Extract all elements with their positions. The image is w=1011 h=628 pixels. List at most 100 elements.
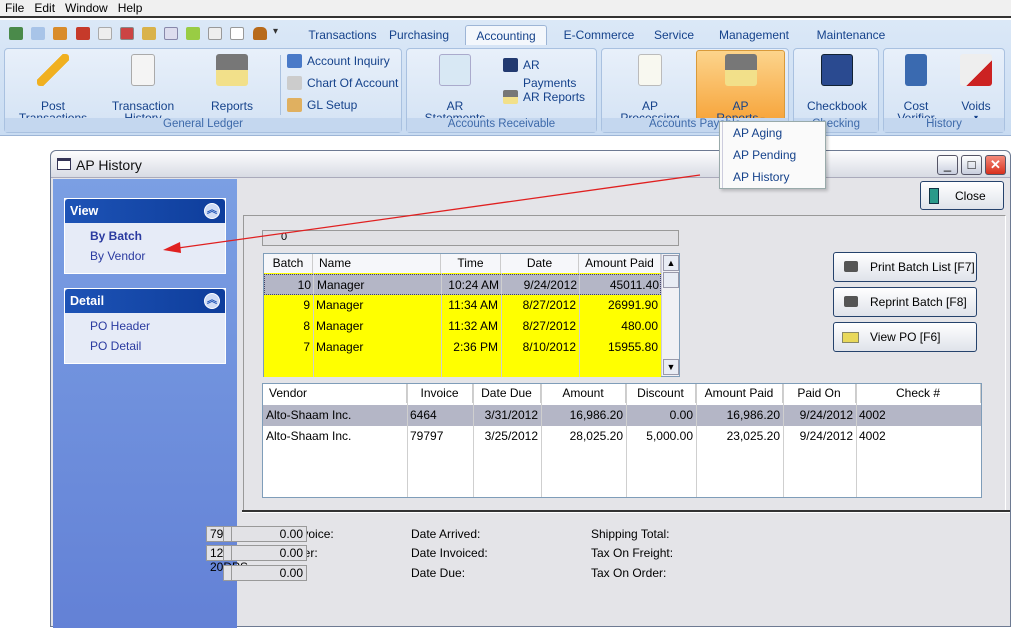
column-header[interactable]: Date	[501, 254, 579, 273]
by-vendor-link[interactable]: By Vendor	[65, 246, 225, 266]
minimize-button[interactable]: _	[937, 155, 958, 175]
folder-open-icon	[842, 332, 859, 343]
customers-icon[interactable]	[53, 27, 67, 40]
menu-help[interactable]: Help	[113, 0, 148, 15]
window-title: AP History	[76, 157, 142, 173]
collapse-icon[interactable]: ︽	[204, 203, 220, 219]
column-header[interactable]: Time	[441, 254, 501, 273]
table-row[interactable]: 8 Manager 11:32 AM 8/27/2012 480.00	[264, 316, 661, 337]
post-transactions-button[interactable]: Post Transactions	[13, 51, 93, 124]
table-cell: 11:32 AM	[448, 319, 498, 333]
table-row[interactable]: 9 Manager 11:34 AM 8/27/2012 26991.90	[264, 295, 661, 316]
scroll-thumb[interactable]	[663, 272, 679, 288]
close-window-button[interactable]: ✕	[985, 155, 1006, 175]
ar-reports-button[interactable]: AR Reports	[503, 88, 585, 106]
maximize-button[interactable]: □	[961, 155, 982, 175]
column-header[interactable]: Date Due	[473, 384, 541, 403]
tab-accounting[interactable]: Accounting	[465, 25, 547, 45]
cost-verifier-button[interactable]: Cost Verifier	[888, 51, 944, 124]
customize-toolbar-icon[interactable]: ▾	[273, 26, 278, 37]
menu-file[interactable]: File	[0, 0, 29, 15]
table-cell: 26991.90	[607, 298, 658, 312]
column-header[interactable]: Batch	[264, 254, 313, 273]
column-header[interactable]: Invoice	[407, 384, 473, 403]
tab-maintenance[interactable]: Maintenance	[808, 25, 894, 45]
group-label: Accounts Receivable	[407, 118, 596, 132]
tag-icon[interactable]	[31, 27, 45, 40]
scroll-down-button[interactable]: ▼	[663, 359, 679, 375]
voids-button[interactable]: Voids▾	[948, 51, 1004, 124]
printer-icon	[724, 54, 757, 86]
group-history: Cost Verifier Voids▾ History	[883, 48, 1005, 133]
calendar-30-icon[interactable]	[164, 27, 178, 40]
chart-of-account-button[interactable]: Chart Of Account	[287, 74, 398, 92]
calculator-icon[interactable]	[142, 27, 156, 40]
printer-icon	[503, 90, 518, 104]
tab-service[interactable]: Service	[648, 25, 700, 45]
menu-item-ap-aging[interactable]: AP Aging	[722, 122, 825, 144]
scroll-up-button[interactable]: ▲	[663, 255, 679, 271]
column-divider	[441, 273, 442, 377]
vertical-scrollbar[interactable]: ▲ ▼	[661, 254, 679, 376]
batch-table[interactable]: Batch Name Time Date Amount Paid 10 Manager 10:…	[263, 253, 680, 377]
column-header[interactable]: Name	[313, 254, 441, 273]
transfer-icon[interactable]	[186, 27, 200, 40]
account-inquiry-button[interactable]: Account Inquiry	[287, 52, 390, 70]
column-header[interactable]: Paid On	[783, 384, 856, 403]
window-icon[interactable]	[230, 27, 244, 40]
transaction-history-button[interactable]: Transaction History	[103, 51, 183, 124]
column-header[interactable]: Amount Paid	[696, 384, 783, 403]
ar-payments-label: AR Payments	[523, 58, 577, 90]
table-cell: 10:24 AM	[448, 278, 499, 292]
account-inquiry-label: Account Inquiry	[307, 54, 390, 68]
checkbook-icon	[503, 58, 518, 72]
table-row[interactable]: Alto-Shaam Inc. 79797 3/25/2012 28,025.20 5,…	[263, 426, 981, 447]
card-icon[interactable]	[208, 27, 222, 40]
tab-management[interactable]: Management	[712, 25, 796, 45]
tab-e-commerce[interactable]: E-Commerce	[556, 25, 642, 45]
reprint-batch-button[interactable]: Reprint Batch [F8]	[833, 287, 977, 317]
column-header[interactable]: Vendor	[263, 384, 407, 403]
menu-item-ap-pending[interactable]: AP Pending	[722, 144, 825, 166]
table-cell: 4002	[859, 408, 886, 422]
menu-edit[interactable]: Edit	[29, 0, 60, 15]
lock-icon[interactable]	[253, 27, 267, 40]
column-header[interactable]: Amount	[541, 384, 626, 403]
calendar-14-icon[interactable]	[120, 27, 134, 40]
pencil-icon	[37, 54, 69, 86]
print-batch-list-label: Print Batch List [F7]	[870, 260, 975, 274]
view-po-button[interactable]: View PO [F6]	[833, 322, 977, 352]
print-batch-list-button[interactable]: Print Batch List [F7]	[833, 252, 977, 282]
ap-processing-button[interactable]: AP Processing	[610, 51, 690, 124]
collapse-icon[interactable]: ︽	[204, 293, 220, 309]
reports-button[interactable]: Reports	[200, 51, 264, 112]
column-header[interactable]: Check #	[856, 384, 981, 403]
column-divider	[579, 273, 580, 377]
po-detail-link[interactable]: PO Detail	[65, 336, 225, 356]
vendor-invoice-table[interactable]: Vendor Invoice Date Due Amount Discount Amoun…	[262, 383, 982, 498]
reports-label: Reports	[210, 99, 254, 113]
users-icon[interactable]	[9, 27, 23, 40]
column-header[interactable]: Amount Paid	[579, 254, 661, 273]
close-button[interactable]: Close	[920, 181, 1004, 210]
document-icon[interactable]	[98, 27, 112, 40]
by-batch-link[interactable]: By Batch	[65, 226, 225, 246]
printer-icon	[844, 261, 858, 272]
table-row[interactable]: Alto-Shaam Inc. 6464 3/31/2012 16,986.20 0.0…	[263, 405, 981, 426]
table-cell: 16,986.20	[726, 408, 780, 422]
table-row[interactable]: 10 Manager 10:24 AM 9/24/2012 45011.40	[264, 274, 661, 295]
table-cell: 9/24/2012	[799, 429, 853, 443]
ar-statements-button[interactable]: AR Statements	[415, 51, 495, 124]
po-header-link[interactable]: PO Header	[65, 316, 225, 336]
splitter[interactable]	[242, 510, 1010, 513]
column-header[interactable]: Discount	[626, 384, 696, 403]
gl-setup-button[interactable]: GL Setup	[287, 96, 357, 114]
table-row[interactable]: 7 Manager 2:36 PM 8/10/2012 15955.80	[264, 337, 661, 358]
checkbook-button[interactable]: Checkbook	[797, 51, 877, 112]
menu-window[interactable]: Window	[60, 0, 113, 15]
menu-item-ap-history[interactable]: AP History	[722, 166, 825, 188]
tab-purchasing[interactable]: Purchasing	[380, 25, 458, 45]
ar-payments-button[interactable]: AR Payments	[503, 56, 596, 90]
user-icon[interactable]	[76, 27, 90, 40]
ap-reports-button[interactable]: AP Reports ▾	[696, 50, 785, 124]
